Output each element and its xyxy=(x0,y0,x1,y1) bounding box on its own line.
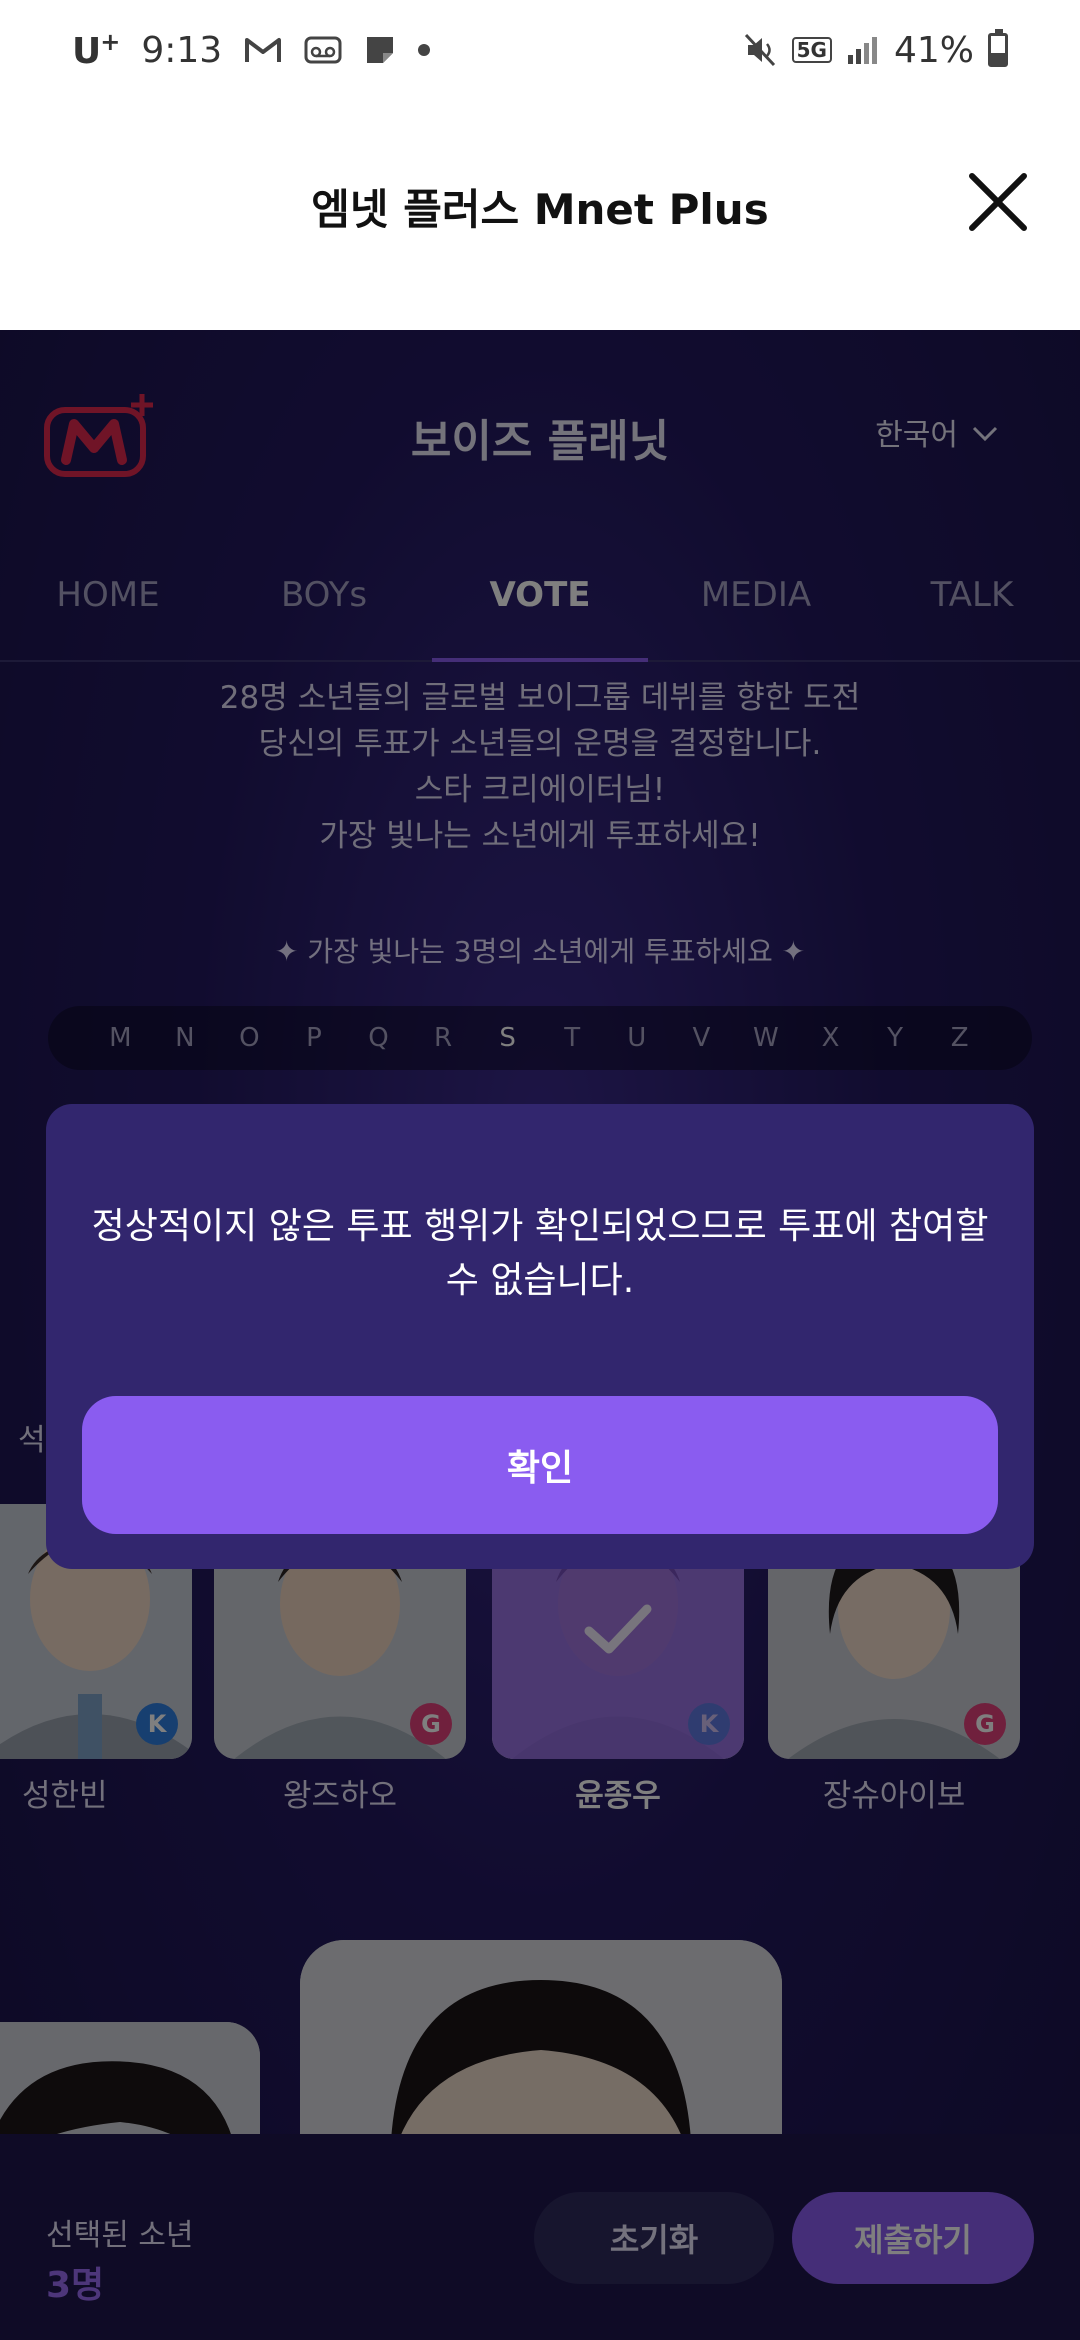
signal-icon xyxy=(846,35,880,65)
alert-dialog: 정상적이지 않은 투표 행위가 확인되었으므로 투표에 참여할 수 없습니다. … xyxy=(46,1104,1034,1569)
gmail-icon xyxy=(244,35,282,65)
battery-icon xyxy=(988,29,1008,67)
voicemail-icon xyxy=(304,35,342,65)
webview-header: 엠넷 플러스 Mnet Plus xyxy=(0,100,1080,330)
mute-icon xyxy=(744,33,778,67)
webview-title: 엠넷 플러스 Mnet Plus xyxy=(311,185,769,234)
5g-icon: 5G xyxy=(791,37,832,63)
note-icon xyxy=(364,34,396,66)
carrier-label: U+ xyxy=(72,28,120,72)
alert-message: 정상적이지 않은 투표 행위가 확인되었으므로 투표에 참여할 수 없습니다. xyxy=(91,1206,989,1301)
confirm-button[interactable]: 확인 xyxy=(82,1396,998,1534)
close-icon[interactable] xyxy=(966,170,1030,234)
status-bar: U+ 9:13 5G 41% xyxy=(0,0,1080,100)
dot-icon xyxy=(418,44,431,56)
battery-percent: 41% xyxy=(893,29,974,71)
clock: 9:13 xyxy=(141,29,223,71)
